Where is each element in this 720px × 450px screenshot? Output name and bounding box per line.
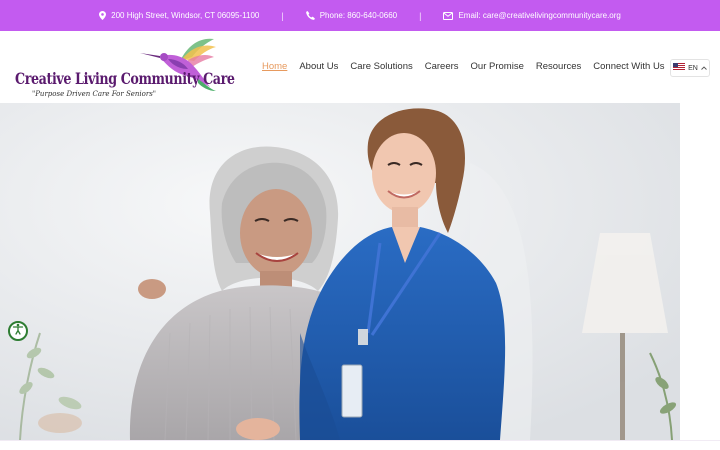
hero-photo-illustration	[0, 103, 680, 440]
top-info-bar: 200 High Street, Windsor, CT 06095-1100 …	[0, 0, 720, 31]
nav-home[interactable]: Home	[262, 61, 287, 72]
nav-resources[interactable]: Resources	[536, 61, 581, 72]
site-header: Creative Living Community Care "Purpose …	[0, 31, 720, 103]
nav-about-us[interactable]: About Us	[299, 61, 338, 72]
accessibility-button[interactable]	[8, 321, 28, 341]
nav-care-solutions[interactable]: Care Solutions	[350, 61, 412, 72]
language-code: EN	[688, 64, 698, 72]
page-bottom-edge	[0, 440, 720, 450]
divider: |	[281, 10, 284, 21]
phone-text: Phone: 860-640-0660	[319, 11, 398, 20]
logo-title: Creative Living Community Care	[15, 69, 235, 88]
hero-image	[0, 103, 680, 440]
accessibility-icon	[12, 322, 24, 340]
location-pin-icon	[99, 11, 107, 20]
logo-tagline: "Purpose Driven Care For Seniors"	[32, 90, 157, 98]
email-item[interactable]: Email: care@creativelivingcommunitycare.…	[443, 11, 621, 20]
phone-item[interactable]: Phone: 860-640-0660	[305, 11, 398, 20]
site-logo[interactable]: Creative Living Community Care "Purpose …	[12, 33, 235, 101]
address-text: 200 High Street, Windsor, CT 06095-1100	[111, 11, 260, 20]
email-text: Email: care@creativelivingcommunitycare.…	[458, 11, 621, 20]
language-switcher[interactable]: EN	[670, 59, 710, 77]
nav-connect-with-us[interactable]: Connect With Us	[593, 61, 664, 72]
nav-our-promise[interactable]: Our Promise	[471, 61, 524, 72]
main-nav: Home About Us Care Solutions Careers Our…	[262, 61, 677, 72]
us-flag-icon	[673, 63, 686, 73]
phone-icon	[305, 11, 315, 20]
divider: |	[419, 10, 422, 21]
email-icon	[443, 11, 454, 20]
address-item[interactable]: 200 High Street, Windsor, CT 06095-1100	[99, 11, 259, 20]
chevron-up-icon	[701, 65, 707, 72]
nav-careers[interactable]: Careers	[425, 61, 459, 72]
